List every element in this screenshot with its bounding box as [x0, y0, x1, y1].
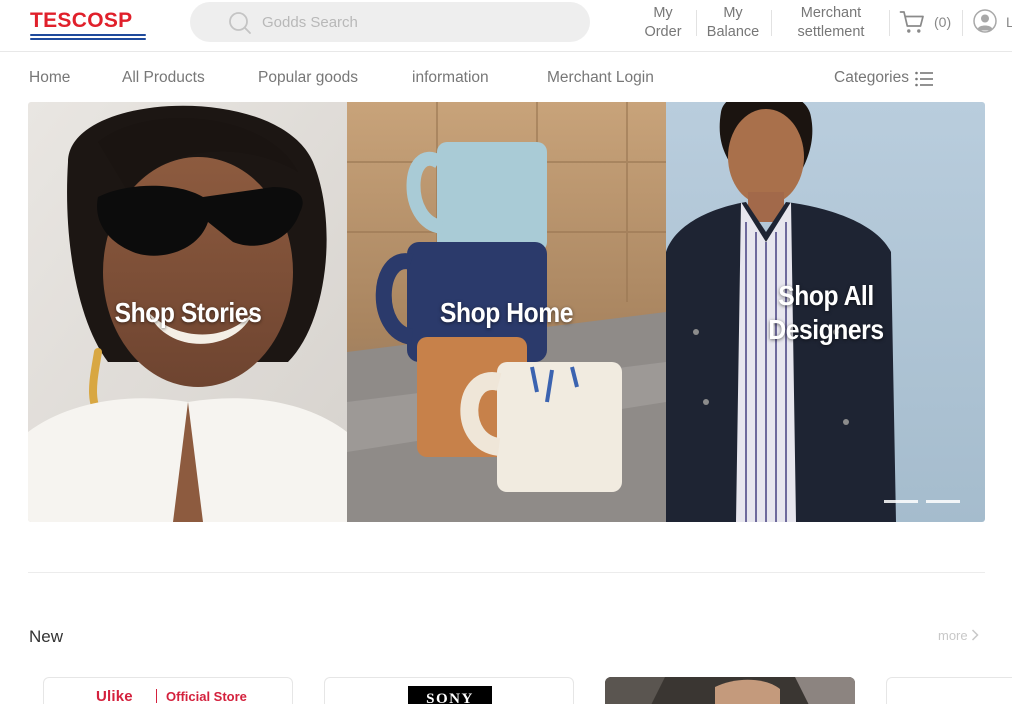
banner-panel-shop-stories[interactable]: Shop Stories	[28, 102, 347, 522]
user-label: L	[1006, 14, 1012, 30]
sony-logo: SONY	[408, 686, 492, 704]
carousel-dot-2[interactable]	[926, 500, 960, 503]
store-card-ulike[interactable]: Ulike Official Store	[43, 677, 293, 704]
store-card-partial[interactable]	[886, 677, 1012, 704]
my-order-link[interactable]: My Order	[640, 4, 686, 42]
header-divider	[962, 10, 963, 36]
my-balance-link[interactable]: My Balance	[704, 4, 762, 42]
my-balance-line2: Balance	[706, 24, 760, 40]
header-divider	[696, 10, 697, 36]
site-logo[interactable]: TESCOSP	[30, 9, 146, 40]
nav-merchant-login[interactable]: Merchant Login	[547, 69, 654, 87]
store-card-sony[interactable]: SONY	[324, 677, 574, 704]
carousel-indicators	[884, 500, 964, 504]
my-order-line1: My	[653, 5, 673, 21]
ulike-logo: Ulike	[96, 688, 133, 704]
nav-home[interactable]: Home	[29, 69, 70, 87]
store-card-fashion[interactable]	[605, 677, 855, 704]
user-icon	[973, 9, 997, 33]
logo-stripes	[30, 34, 146, 42]
list-icon	[915, 71, 933, 87]
merchant-settlement-link[interactable]: Merchant settlement	[790, 4, 872, 42]
merchant-settlement-line2: settlement	[797, 24, 865, 40]
banner-title-shop-home: Shop Home	[440, 297, 573, 328]
user-account[interactable]: L	[973, 9, 1012, 35]
banner-title-shop-stories: Shop Stories	[114, 297, 262, 328]
logo-text: TESCOSP	[30, 9, 133, 32]
more-link[interactable]: more	[938, 628, 979, 643]
chevron-right-icon	[972, 629, 979, 641]
nav-information[interactable]: information	[412, 69, 489, 87]
banner-title-line1: Shop All	[778, 280, 874, 311]
cart-icon	[899, 11, 924, 33]
nav-all-products[interactable]: All Products	[122, 69, 205, 87]
my-order-line2: Order	[644, 24, 682, 40]
search-bar[interactable]	[190, 2, 590, 42]
product-image	[605, 677, 855, 704]
nav-popular-goods[interactable]: Popular goods	[258, 69, 358, 87]
categories-label: Categories	[834, 69, 909, 86]
section-divider	[28, 572, 985, 573]
logo-divider	[156, 689, 157, 703]
banner-title-line2: Designers	[768, 314, 884, 345]
search-input[interactable]	[262, 10, 562, 34]
official-store-label: Official Store	[166, 689, 247, 704]
site-header: TESCOSP My Order My Balance Merchant set…	[0, 0, 1012, 52]
search-icon[interactable]	[228, 11, 252, 35]
categories-menu[interactable]: Categories	[834, 69, 933, 87]
section-title-new: New	[29, 627, 64, 646]
my-balance-line1: My	[723, 5, 743, 21]
more-label: more	[938, 628, 968, 643]
carousel-dot-1[interactable]	[884, 500, 918, 503]
cart-count: (0)	[934, 14, 952, 30]
header-divider	[771, 10, 772, 36]
main-nav: Home All Products Popular goods informat…	[0, 52, 1012, 102]
banner-panel-shop-home[interactable]: Shop Home	[347, 102, 666, 522]
banner-title-shop-all-designers: Shop All Designers	[712, 279, 941, 347]
merchant-settlement-line1: Merchant	[800, 5, 862, 21]
header-divider	[889, 10, 890, 36]
hero-banner[interactable]: Shop Stories Shop Home Shop All Designer…	[28, 102, 985, 522]
banner-panel-shop-all-designers[interactable]: Shop All Designers	[666, 102, 985, 522]
